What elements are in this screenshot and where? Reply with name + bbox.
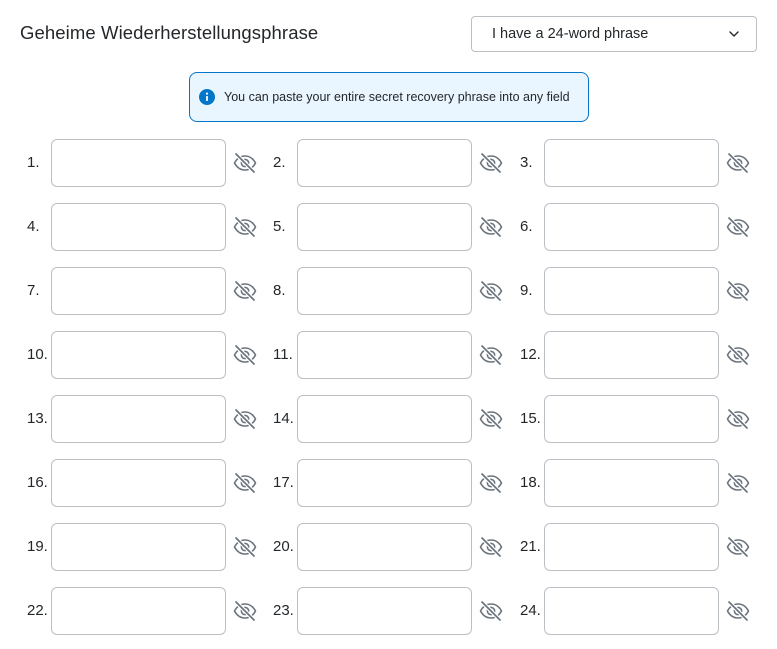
srp-word-number: 5. [273,218,286,235]
srp-word-number: 9. [520,282,533,299]
srp-word-number: 15. [520,410,541,427]
srp-word-number: 22. [27,602,48,619]
srp-word-number: 19. [27,538,48,555]
eye-slash-icon[interactable] [233,535,257,559]
chevron-down-icon [728,28,740,40]
eye-slash-icon[interactable] [726,471,750,495]
srp-word-number: 1. [27,154,40,171]
srp-word-input-20[interactable] [297,523,472,571]
srp-word-input-7[interactable] [51,267,226,315]
eye-slash-icon[interactable] [479,215,503,239]
srp-word-input-10[interactable] [51,331,226,379]
eye-slash-icon[interactable] [479,535,503,559]
eye-slash-icon[interactable] [233,471,257,495]
info-banner-text: You can paste your entire secret recover… [224,90,570,104]
eye-slash-icon[interactable] [233,215,257,239]
srp-word-number: 4. [27,218,40,235]
srp-word-number: 11. [273,346,293,363]
srp-word-input-14[interactable] [297,395,472,443]
srp-word-input-23[interactable] [297,587,472,635]
srp-word-input-4[interactable] [51,203,226,251]
eye-slash-icon[interactable] [726,599,750,623]
srp-word-input-22[interactable] [51,587,226,635]
srp-word-input-15[interactable] [544,395,719,443]
eye-slash-icon[interactable] [479,279,503,303]
srp-word-input-9[interactable] [544,267,719,315]
srp-word-input-24[interactable] [544,587,719,635]
eye-slash-icon[interactable] [233,151,257,175]
srp-word-input-21[interactable] [544,523,719,571]
eye-slash-icon[interactable] [726,151,750,175]
srp-word-number: 10. [27,346,48,363]
srp-word-number: 18. [520,474,541,491]
srp-word-number: 21. [520,538,541,555]
srp-word-number: 17. [273,474,294,491]
eye-slash-icon[interactable] [479,151,503,175]
srp-word-number: 7. [27,282,40,299]
srp-word-number: 6. [520,218,533,235]
eye-slash-icon[interactable] [233,407,257,431]
eye-slash-icon[interactable] [726,343,750,367]
eye-slash-icon[interactable] [726,407,750,431]
srp-word-input-6[interactable] [544,203,719,251]
srp-word-input-1[interactable] [51,139,226,187]
srp-word-input-11[interactable] [297,331,472,379]
srp-word-number: 13. [27,410,48,427]
eye-slash-icon[interactable] [479,599,503,623]
srp-word-input-2[interactable] [297,139,472,187]
srp-word-input-19[interactable] [51,523,226,571]
eye-slash-icon[interactable] [479,471,503,495]
srp-word-input-18[interactable] [544,459,719,507]
srp-word-number: 2. [273,154,286,171]
phrase-length-select[interactable]: I have a 24-word phrase [471,16,757,52]
eye-slash-icon[interactable] [726,535,750,559]
srp-word-input-3[interactable] [544,139,719,187]
srp-word-input-17[interactable] [297,459,472,507]
eye-slash-icon[interactable] [233,279,257,303]
srp-word-number: 24. [520,602,541,619]
eye-slash-icon[interactable] [726,215,750,239]
eye-slash-icon[interactable] [726,279,750,303]
srp-word-input-16[interactable] [51,459,226,507]
srp-word-input-8[interactable] [297,267,472,315]
info-banner: You can paste your entire secret recover… [189,72,589,122]
info-icon [199,89,215,105]
srp-word-number: 20. [273,538,294,555]
srp-word-number: 8. [273,282,286,299]
srp-word-number: 14. [273,410,294,427]
srp-word-number: 12. [520,346,541,363]
srp-word-number: 3. [520,154,533,171]
eye-slash-icon[interactable] [233,599,257,623]
eye-slash-icon[interactable] [479,343,503,367]
page-title: Geheime Wiederherstellungsphrase [20,22,319,43]
phrase-length-selected-value: I have a 24-word phrase [492,26,649,42]
srp-word-input-13[interactable] [51,395,226,443]
eye-slash-icon[interactable] [233,343,257,367]
eye-slash-icon[interactable] [479,407,503,431]
srp-word-number: 16. [27,474,48,491]
srp-word-input-5[interactable] [297,203,472,251]
srp-word-number: 23. [273,602,294,619]
srp-word-input-12[interactable] [544,331,719,379]
